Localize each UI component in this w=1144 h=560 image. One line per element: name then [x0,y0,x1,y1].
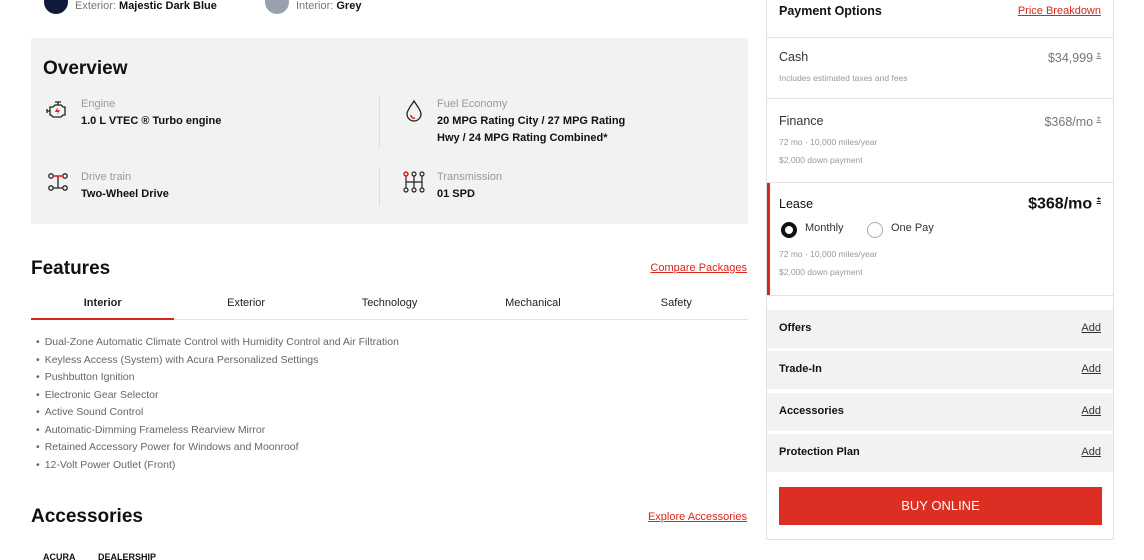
addon-label: Protection Plan [779,446,860,458]
cash-label: Cash [779,50,809,64]
spec-transmission: Transmission 01 SPD [437,170,502,203]
footnote-mark: ± [1096,50,1101,59]
addon-protection-plan[interactable]: Protection Plan Add [767,434,1113,472]
tab-dealership[interactable]: DEALERSHIP [98,552,156,560]
addon-offers[interactable]: Offers Add [767,310,1113,348]
exterior-color-swatch[interactable] [44,0,68,14]
interior-color-swatch[interactable] [265,0,289,14]
lease-price: $368/mo ± [1028,195,1101,213]
fuel-drop-icon [406,99,422,122]
overview-title: Overview [43,58,128,79]
explore-accessories-link[interactable]: Explore Accessories [648,511,747,523]
lease-monthly-radio[interactable] [781,222,797,238]
lease-monthly-label[interactable]: Monthly [805,222,844,234]
interior-color-value: Grey [336,0,362,12]
features-tabs: Interior Exterior Technology Mechanical … [31,287,748,320]
lease-onepay-label[interactable]: One Pay [891,222,934,234]
spec-label: Drive train [81,171,132,183]
add-offers-link[interactable]: Add [1081,322,1101,334]
overview-divider [379,168,380,206]
add-trade-in-link[interactable]: Add [1081,363,1101,375]
cash-price: $34,999 ± [1047,50,1101,66]
tab-safety[interactable]: Safety [605,287,748,319]
tab-technology[interactable]: Technology [318,287,461,319]
list-item: Dual-Zone Automatic Climate Control with… [36,334,399,352]
transmission-icon [403,171,425,193]
drivetrain-icon [48,173,68,191]
payment-option-lease[interactable]: Lease $368/mo ± Monthly One Pay 72 mo - … [767,183,1113,296]
features-title: Features [31,258,111,279]
finance-term: 72 mo - 10,000 miles/year [779,137,878,147]
accessories-title: Accessories [31,506,143,527]
list-item: 12-Volt Power Outlet (Front) [36,457,399,475]
addon-label: Offers [779,322,812,334]
footnote-mark: ± [1096,195,1101,204]
spec-value: 20 MPG Rating City / 27 MPG Rating Hwy /… [437,113,625,147]
spec-value-line: 20 MPG Rating City / 27 MPG Rating [437,115,626,127]
tab-mechanical[interactable]: Mechanical [461,287,604,319]
list-item: Active Sound Control [36,404,399,422]
spec-value: 1.0 L VTEC ® Turbo engine [81,115,222,127]
tab-exterior[interactable]: Exterior [174,287,317,319]
finance-price: $368/mo ± [1044,114,1101,130]
list-item: Electronic Gear Selector [36,387,399,405]
buy-online-button[interactable]: BUY ONLINE [779,487,1102,525]
exterior-color-value: Majestic Dark Blue [119,0,217,12]
addon-label: Accessories [779,405,844,417]
overview-divider [379,96,380,148]
selected-indicator [767,183,770,295]
spec-value: 01 SPD [437,188,475,200]
finance-label: Finance [779,114,824,128]
spec-label: Transmission [437,171,502,183]
exterior-color-label: Exterior: Majestic Dark Blue [75,0,217,12]
add-accessories-link[interactable]: Add [1081,405,1101,417]
spec-value: Two-Wheel Drive [81,188,169,200]
engine-icon [46,101,66,118]
lease-term: 72 mo - 10,000 miles/year [779,249,878,259]
list-item: Pushbutton Ignition [36,369,399,387]
features-list: Dual-Zone Automatic Climate Control with… [36,334,399,474]
addon-trade-in[interactable]: Trade-In Add [767,351,1113,389]
list-item: Keyless Access (System) with Acura Perso… [36,352,399,370]
spec-engine: Engine 1.0 L VTEC ® Turbo engine [81,97,221,130]
payment-header: Payment Options Price Breakdown [767,0,1113,38]
accessories-sub-tabs: ACURA DEALERSHIP [43,552,176,560]
interior-color-label: Interior: Grey [296,0,362,12]
lease-label: Lease [779,197,814,211]
lease-onepay-radio[interactable] [867,222,883,238]
price-breakdown-link[interactable]: Price Breakdown [1018,5,1101,17]
finance-down: $2,000 down payment [779,155,863,165]
list-item: Retained Accessory Power for Windows and… [36,439,399,457]
addon-accessories[interactable]: Accessories Add [767,393,1113,431]
spec-label: Engine [81,98,116,110]
payment-title: Payment Options [779,4,882,18]
add-protection-plan-link[interactable]: Add [1081,446,1101,458]
cash-note: Includes estimated taxes and fees [779,73,908,83]
tab-acura[interactable]: ACURA [43,552,76,560]
spec-drive-train: Drive train Two-Wheel Drive [81,170,169,203]
payment-option-cash[interactable]: Cash $34,999 ± Includes estimated taxes … [767,38,1113,99]
spec-value-line: Hwy / 24 MPG Rating Combined* [437,132,608,144]
spec-fuel-economy: Fuel Economy 20 MPG Rating City / 27 MPG… [437,97,625,147]
overview-panel: Overview Engine 1.0 L VTEC ® Turbo engin… [31,38,748,224]
tab-interior[interactable]: Interior [31,287,175,320]
list-item: Automatic-Dimming Frameless Rearview Mir… [36,422,399,440]
lease-down: $2,000 down payment [779,267,863,277]
addon-label: Trade-In [779,363,822,375]
payment-option-finance[interactable]: Finance $368/mo ± 72 mo - 10,000 miles/y… [767,99,1113,183]
compare-packages-link[interactable]: Compare Packages [650,262,747,274]
spec-label: Fuel Economy [437,98,508,110]
payment-panel: Payment Options Price Breakdown Cash $34… [766,0,1114,540]
footnote-mark: ± [1096,114,1101,123]
